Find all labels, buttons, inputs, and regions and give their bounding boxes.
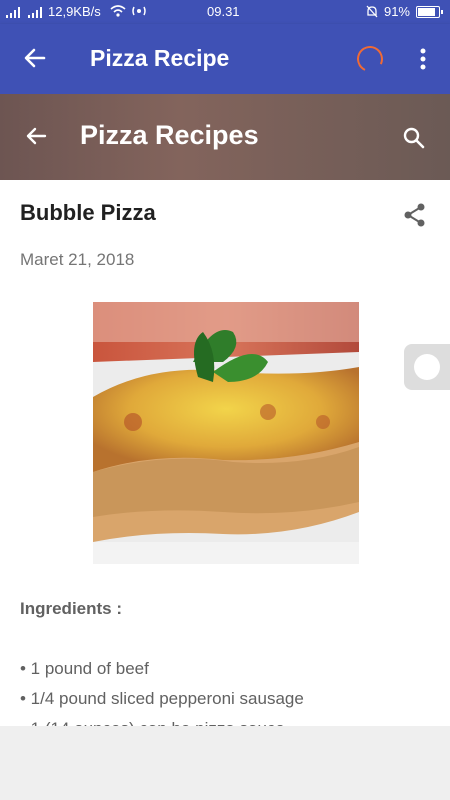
floating-assistive-button[interactable] bbox=[404, 344, 450, 390]
ingredients-heading: Ingredients : bbox=[20, 599, 123, 618]
status-bar: 12,9KB/s 09.31 91% bbox=[0, 0, 450, 24]
alarm-off-icon bbox=[366, 5, 378, 18]
signal-icon bbox=[6, 7, 42, 18]
post-title[interactable]: Bubble Pizza bbox=[20, 200, 156, 226]
wifi-icon bbox=[110, 5, 146, 17]
more-vert-icon[interactable] bbox=[412, 46, 434, 72]
ingredient-item: • 1 pound of beef bbox=[20, 659, 149, 678]
app-title: Pizza Recipe bbox=[90, 45, 230, 71]
bottom-empty-area bbox=[0, 726, 450, 800]
battery-percent: 91% bbox=[383, 4, 410, 19]
post-date: Maret 21, 2018 bbox=[20, 250, 135, 269]
back-arrow-icon[interactable] bbox=[24, 124, 48, 148]
post-content: Bubble Pizza Maret 21, 2018 Ingredients … bbox=[0, 180, 450, 738]
network-speed: 12,9KB/s bbox=[48, 4, 101, 19]
loading-spinner-icon bbox=[353, 42, 387, 76]
back-arrow-icon[interactable] bbox=[22, 45, 48, 71]
app-bar: Pizza Recipe bbox=[0, 24, 450, 94]
site-title: Pizza Recipes bbox=[80, 120, 259, 150]
site-header: Pizza Recipes bbox=[0, 94, 450, 180]
clock: 09.31 bbox=[207, 4, 240, 19]
pizza-photo bbox=[93, 302, 359, 564]
assistive-dot-icon bbox=[414, 354, 440, 380]
share-icon[interactable] bbox=[402, 202, 428, 228]
search-icon[interactable] bbox=[402, 126, 426, 150]
battery-icon bbox=[416, 5, 443, 18]
ingredient-item: • 1/4 pound sliced pepperoni sausage bbox=[20, 689, 304, 708]
